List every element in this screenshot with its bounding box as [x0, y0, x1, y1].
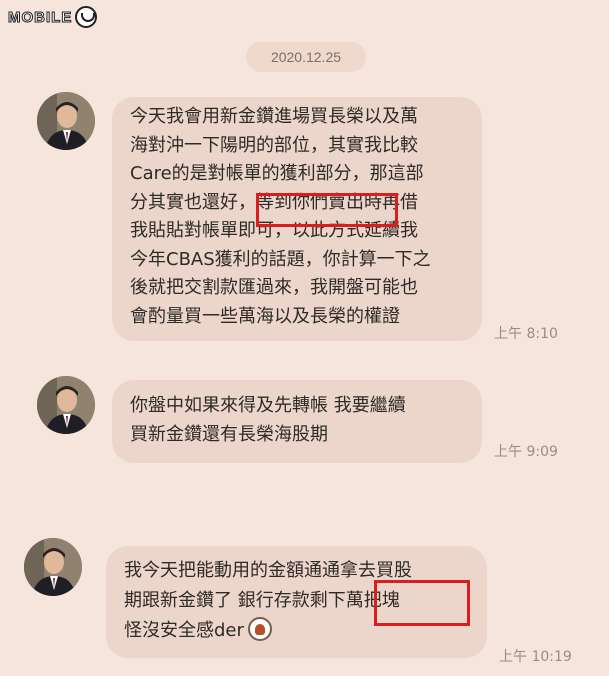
message-line: 我貼貼對帳單即可，以此方式延續我: [130, 220, 418, 241]
message-line: 後就把交割款匯過來，我開盤可能也: [130, 277, 418, 298]
date-separator: 2020.12.25: [246, 42, 366, 72]
message-timestamp: 上午 9:09: [494, 444, 558, 460]
avatar[interactable]: [37, 92, 95, 150]
watermark-text: MOBILE: [7, 8, 73, 26]
mobile01-logo-icon: [75, 6, 98, 28]
avatar[interactable]: [37, 376, 95, 434]
message-line: 買新金鑽還有長榮海股期: [130, 423, 328, 445]
chat-screen: MOBILE 2020.12.25 今天我會用新金鑽進場買長榮以及萬 海對沖一下…: [0, 0, 609, 676]
message-bubble[interactable]: 我今天把能動用的金額通通拿去買股 期跟新金鑽了 銀行存款剩下萬把塊 怪沒安全感d…: [106, 546, 487, 658]
avatar-photo: [24, 538, 82, 596]
message-line: Care的是對帳單的獲利部分，那這部: [130, 163, 424, 184]
message-line: 會酌量買一些萬海以及長榮的權證: [130, 305, 400, 327]
message-line: 我今天把能動用的金額通通拿去買股: [124, 560, 412, 581]
message-line: 怪沒安全感der: [124, 616, 469, 646]
message-line: 你盤中如果來得及先轉帳 我要繼續: [130, 395, 406, 416]
watermark-logo: MOBILE: [7, 6, 98, 28]
message-text: 怪沒安全感der: [124, 620, 244, 641]
avatar-photo: [37, 92, 95, 150]
avatar[interactable]: [24, 538, 82, 596]
dog-face-emoji-icon: [247, 617, 272, 641]
message-line: 分其實也還好，等到你們賣出時再借: [130, 191, 418, 213]
message-line: 今天我會用新金鑽進場買長榮以及萬: [130, 106, 418, 127]
message-line: 今年CBAS獲利的話題，你計算一下之: [130, 248, 431, 270]
message-timestamp: 上午 10:19: [499, 649, 572, 665]
avatar-photo: [37, 376, 95, 434]
message-bubble[interactable]: 你盤中如果來得及先轉帳 我要繼續 買新金鑽還有長榮海股期: [112, 380, 482, 463]
message-line: 海對沖一下陽明的部位，其實我比較: [130, 134, 418, 156]
message-bubble[interactable]: 今天我會用新金鑽進場買長榮以及萬 海對沖一下陽明的部位，其實我比較 Care的是…: [112, 97, 482, 341]
message-timestamp: 上午 8:10: [494, 326, 558, 342]
message-line: 期跟新金鑽了 銀行存款剩下萬把塊: [124, 590, 400, 611]
